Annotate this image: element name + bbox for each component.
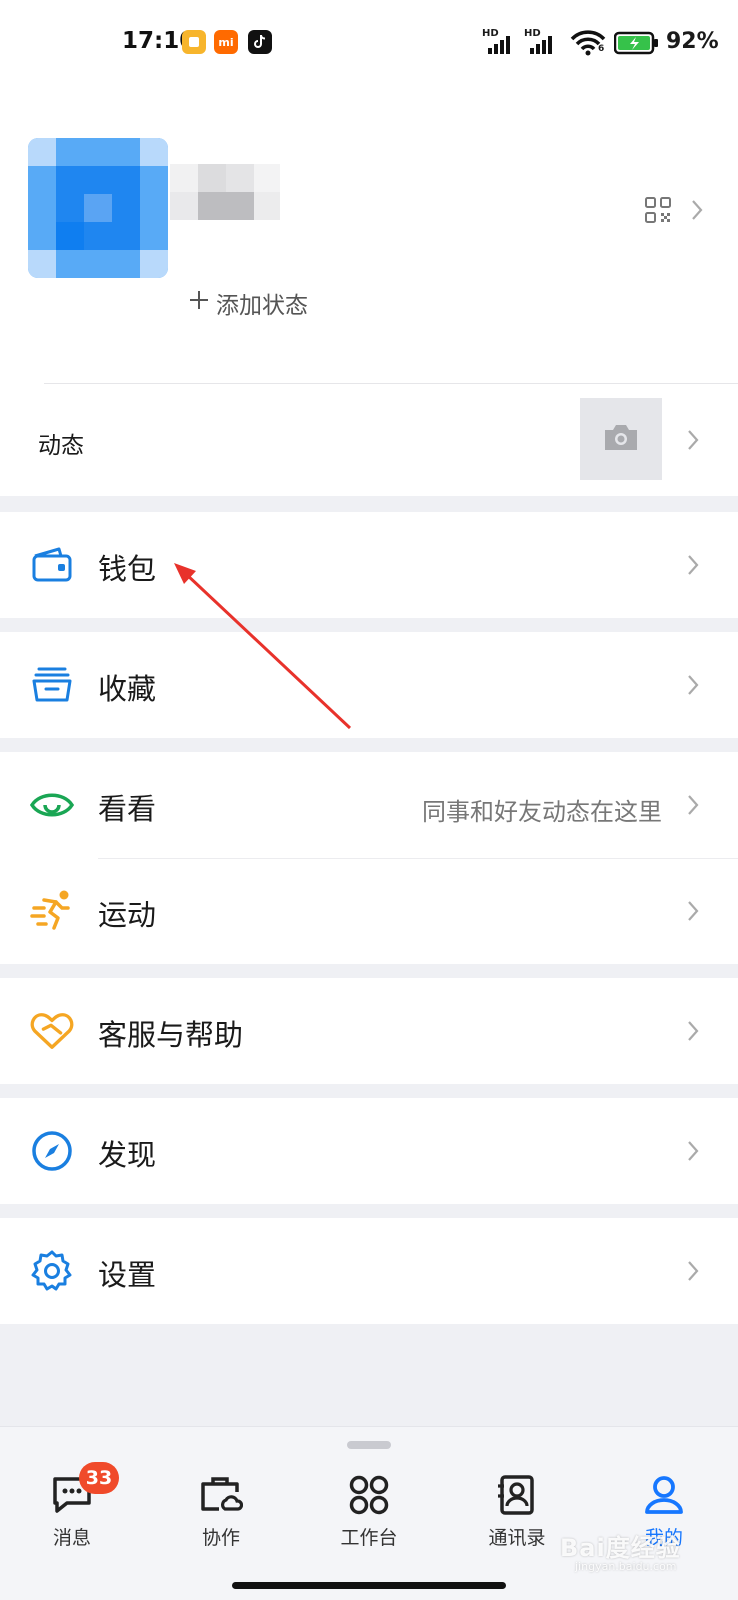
chevron-right-icon <box>686 553 700 581</box>
chevron-right-icon <box>690 198 704 226</box>
baidu-watermark-url: jingyan.baidu.com <box>575 1560 677 1573</box>
wallet-icon <box>30 543 74 587</box>
briefcase-cloud-icon <box>171 1471 271 1519</box>
menu-item-service-help[interactable]: 客服与帮助 <box>0 978 738 1084</box>
chevron-right-icon <box>686 428 700 456</box>
moments-row[interactable]: 动态 <box>0 384 738 496</box>
gear-icon <box>30 1249 74 1293</box>
settings-label: 设置 <box>98 1258 157 1292</box>
battery-icon <box>614 28 660 58</box>
folder-icon <box>30 663 74 707</box>
chevron-right-icon <box>686 1139 700 1167</box>
menu-item-sports[interactable]: 运动 <box>0 858 738 964</box>
wallet-label: 钱包 <box>98 552 157 586</box>
wifi-icon: 6 <box>570 28 606 58</box>
tab-contacts[interactable]: 通讯录 <box>467 1471 567 1561</box>
chevron-right-icon <box>686 899 700 927</box>
wifi-generation: 6 <box>598 44 605 54</box>
tab-messages-label: 消息 <box>52 1527 91 1549</box>
menu-group-look-sports: 看看 同事和好友动态在这里 运动 <box>0 752 738 964</box>
tab-workbench[interactable]: 工作台 <box>319 1471 419 1561</box>
running-icon <box>30 888 74 932</box>
tab-contacts-label: 通讯录 <box>488 1527 546 1549</box>
menu-item-look[interactable]: 看看 同事和好友动态在这里 <box>0 752 738 858</box>
qr-code-icon[interactable] <box>644 196 672 224</box>
bottom-tab-bar: 消息 33 协作 工作台 通讯录 我的 <box>0 1426 738 1600</box>
add-status-label: 添加状态 <box>216 293 308 319</box>
grid-icon <box>319 1471 419 1519</box>
profile-card[interactable]: 添加状态 <box>0 86 738 386</box>
notes-app-icon <box>182 30 206 54</box>
moments-label: 动态 <box>38 433 84 459</box>
chevron-right-icon <box>686 1259 700 1287</box>
chevron-right-icon <box>686 673 700 701</box>
menu-item-wallet[interactable]: 钱包 <box>0 512 738 618</box>
contacts-icon <box>467 1471 567 1519</box>
drag-handle[interactable] <box>347 1441 391 1449</box>
heart-handshake-icon <box>30 1009 74 1053</box>
compass-icon <box>30 1129 74 1173</box>
add-status-button[interactable]: 添加状态 <box>188 286 308 320</box>
favorites-label: 收藏 <box>98 672 157 706</box>
battery-percent: 92% <box>666 29 719 54</box>
tab-collab-label: 协作 <box>201 1527 240 1549</box>
tab-collab[interactable]: 协作 <box>171 1471 271 1561</box>
eye-icon <box>30 783 74 827</box>
moments-camera-thumbnail[interactable] <box>580 398 662 480</box>
tiktok-app-icon <box>248 30 272 54</box>
discover-label: 发现 <box>98 1138 157 1172</box>
look-label: 看看 <box>98 792 157 826</box>
menu-item-discover[interactable]: 发现 <box>0 1098 738 1204</box>
menu-item-favorites[interactable]: 收藏 <box>0 632 738 738</box>
username <box>170 164 280 220</box>
baidu-watermark: Bai度经验 <box>560 1534 681 1562</box>
camera-icon <box>602 422 640 456</box>
look-hint: 同事和好友动态在这里 <box>422 798 662 826</box>
home-indicator[interactable] <box>232 1582 506 1589</box>
menu-item-settings[interactable]: 设置 <box>0 1218 738 1324</box>
unread-badge: 33 <box>79 1462 119 1494</box>
service-help-label: 客服与帮助 <box>98 1018 244 1052</box>
sports-label: 运动 <box>98 898 157 932</box>
tab-messages[interactable]: 消息 33 <box>22 1462 122 1561</box>
plus-icon <box>188 289 210 317</box>
tab-workbench-label: 工作台 <box>340 1527 398 1549</box>
chevron-right-icon <box>686 793 700 821</box>
avatar[interactable] <box>28 138 168 278</box>
chevron-right-icon <box>686 1019 700 1047</box>
user-icon <box>614 1471 714 1519</box>
status-bar: 17:10 mi HD HD 6 92% <box>0 0 738 86</box>
mi-app-icon: mi <box>214 30 238 54</box>
